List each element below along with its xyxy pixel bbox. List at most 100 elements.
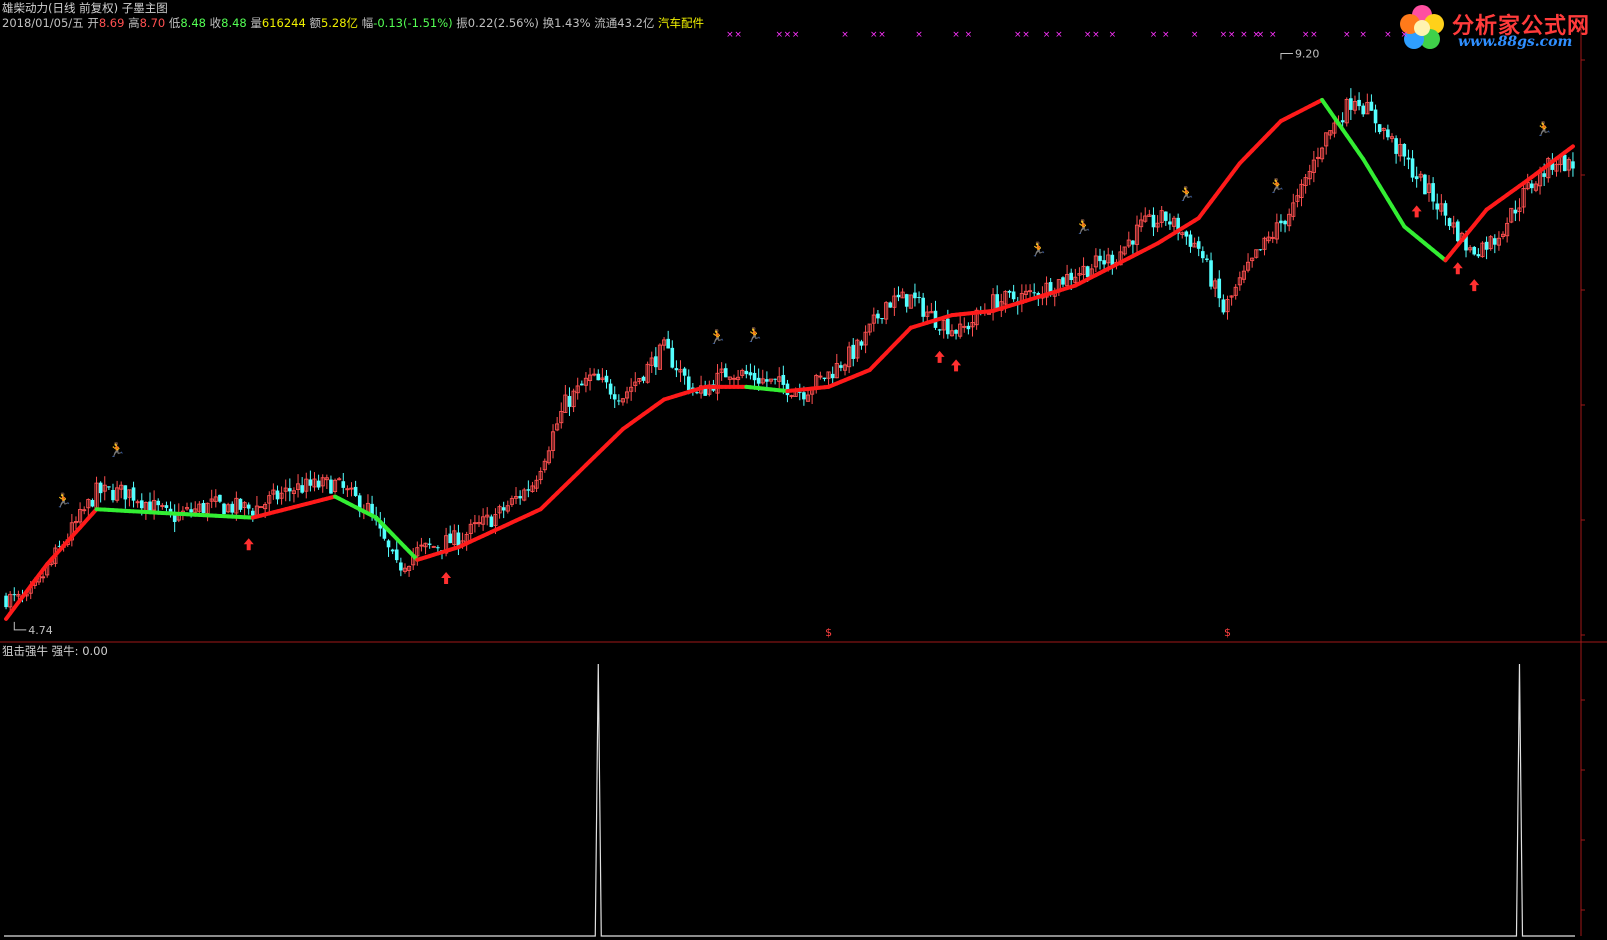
candle-body [1402, 143, 1407, 157]
cross-signal-icon: × [1302, 30, 1310, 40]
candle-body [917, 297, 921, 299]
candle-body [641, 376, 646, 381]
up-arrow-signal-icon [441, 571, 452, 584]
candle-body [189, 509, 193, 513]
candle-body [316, 480, 321, 488]
candle-body [1513, 209, 1518, 214]
candle-body [164, 505, 169, 508]
sub-chart-header: 狙击强牛 强牛: 0.00 [2, 644, 108, 659]
candle-body [251, 510, 255, 516]
candle-body [238, 498, 243, 510]
candle-body [859, 341, 864, 346]
cross-signal-icon: × [915, 30, 923, 40]
candle-body [131, 487, 136, 501]
up-arrow-signal-icon [1469, 279, 1480, 292]
candle-body [954, 329, 958, 334]
candle-body [1205, 258, 1209, 260]
candle-body [526, 489, 531, 491]
candle-body [654, 356, 658, 368]
candle-body [501, 507, 506, 511]
candle-body [1196, 241, 1201, 249]
min-marker [13, 621, 27, 631]
cross-signal-icon: × [1228, 30, 1236, 40]
cross-signal-icon: × [1310, 30, 1318, 40]
candle-body [230, 503, 235, 513]
dollar-signal-icon: $ [1224, 626, 1231, 639]
candlestick-chart: 🏃🏃🏃 🏃🏃🏃🏃 🏃🏃$ $× × × × × × × × × × × × × × × × × × × × × × × × ×× × × ×… [0, 24, 1607, 937]
candle-body [222, 503, 226, 515]
candle-body [802, 392, 806, 400]
candle-body [1361, 105, 1366, 115]
cross-signal-icon: × [734, 30, 742, 40]
runner-signal-icon: 🏃 [709, 328, 726, 345]
candle-body [888, 302, 893, 308]
cross-signal-icon: × [726, 30, 734, 40]
up-arrow-signal-icon [934, 350, 945, 363]
candle-body [1410, 158, 1415, 178]
candle-body [1007, 290, 1012, 293]
candle-body [258, 506, 264, 509]
candle-body [275, 490, 280, 500]
candle-body [489, 516, 494, 527]
candle-body [300, 485, 304, 493]
candle-body [670, 347, 675, 368]
candle-body [839, 365, 843, 368]
candle-body [1369, 101, 1374, 111]
cross-signal-icon: × [1055, 30, 1063, 40]
candle-body [518, 496, 522, 499]
runner-signal-icon: 🏃 [1535, 121, 1552, 138]
candle-body [12, 594, 17, 596]
candle-body [904, 294, 909, 307]
candle-body [139, 500, 144, 509]
candle-body [612, 394, 617, 400]
candle-body [1061, 277, 1065, 285]
candle-body [448, 533, 453, 544]
candle-body [748, 372, 753, 376]
candle-body [695, 392, 699, 394]
candle-body [1349, 98, 1353, 110]
candle-body [111, 490, 115, 501]
cross-signal-icon: × [1343, 30, 1351, 40]
candle-body [399, 562, 403, 571]
sub-series-value: 0.00 [82, 644, 108, 658]
candle-body [156, 500, 161, 506]
cross-signal-icon: × [1220, 30, 1228, 40]
candle-body [1168, 221, 1172, 225]
cross-signal-icon: × [1150, 30, 1158, 40]
candle-body [608, 383, 613, 395]
up-arrow-signal-icon [243, 538, 254, 551]
candle-body [1098, 255, 1102, 262]
candle-body [1357, 99, 1361, 107]
candle-body [386, 540, 391, 548]
max-marker [1280, 53, 1293, 60]
candle-body [1102, 260, 1106, 265]
cross-signal-icon: × [1269, 30, 1277, 40]
candle-body [1085, 266, 1090, 278]
candle-body [1406, 157, 1411, 160]
candle-body [1069, 272, 1074, 281]
candle-body [288, 488, 292, 492]
candle-body [201, 502, 206, 514]
candle-body [596, 373, 601, 381]
candle-body [1011, 291, 1016, 300]
candle-body [966, 325, 971, 330]
candle-body [1562, 154, 1567, 172]
cross-signal-icon: × [878, 30, 886, 40]
candle-body [822, 377, 827, 380]
candle-body [329, 479, 333, 494]
candle-body [752, 372, 757, 381]
candle-body [1373, 109, 1378, 124]
candle-body [4, 595, 8, 608]
candle-body [1151, 214, 1156, 228]
cross-signal-icon: × [1384, 30, 1392, 40]
candle-body [876, 313, 880, 319]
candle-body [921, 297, 925, 317]
cross-signal-icon: × [1191, 30, 1199, 40]
cross-signal-icon: × [792, 30, 800, 40]
candle-body [1484, 241, 1489, 250]
candle-body [1571, 161, 1575, 169]
up-arrow-signal-icon [1411, 205, 1422, 218]
runner-signal-icon: 🏃 [55, 492, 72, 509]
candle-body [617, 400, 621, 402]
candle-body [1542, 173, 1546, 177]
